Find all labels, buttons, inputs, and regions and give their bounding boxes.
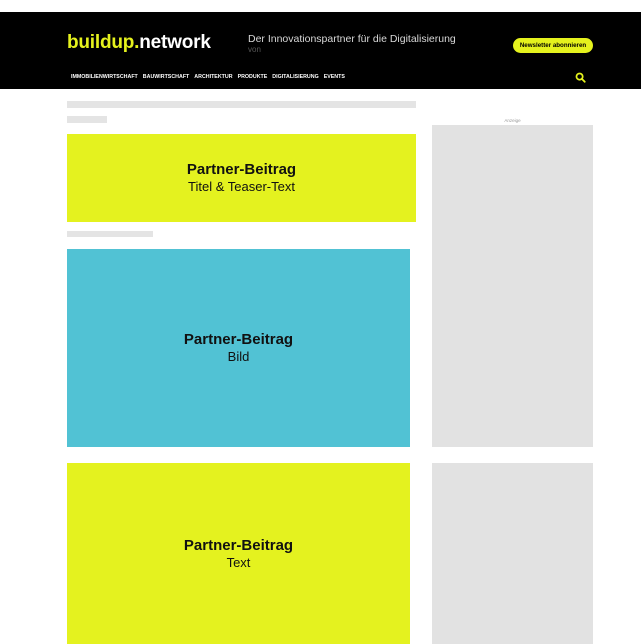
partner-card-subtitle: Text	[226, 554, 251, 570]
search-icon[interactable]	[575, 72, 586, 83]
meta-placeholder	[67, 116, 107, 123]
partner-card-teaser[interactable]: Partner-Beitrag Titel & Teaser-Text	[67, 134, 416, 222]
site-tagline: Der Innovationspartner für die Digitalis…	[248, 33, 456, 45]
nav-item-architektur[interactable]: ARCHITEKTUR	[194, 74, 232, 80]
ad-label: Anzeige	[504, 118, 521, 123]
site-header: buildup.network Der Innovationspartner f…	[0, 12, 641, 89]
partner-card-text[interactable]: Partner-Beitrag Text	[67, 463, 410, 644]
caption-placeholder	[67, 231, 153, 237]
nav-item-digitalisierung[interactable]: DIGITALISIERUNG	[272, 74, 318, 80]
partner-card-subtitle: Titel & Teaser-Text	[188, 179, 295, 194]
sidebar-ad-bottom[interactable]	[432, 463, 593, 644]
partner-card-title: Partner-Beitrag	[183, 536, 294, 554]
site-logo[interactable]: buildup.network	[67, 32, 211, 54]
headline-placeholder	[67, 101, 416, 108]
nav-item-events[interactable]: EVENTS	[324, 74, 345, 80]
nav-item-bauwirtschaft[interactable]: BAUWIRTSCHAFT	[143, 74, 190, 80]
top-strip	[0, 0, 641, 12]
sidebar-ad-top[interactable]	[432, 125, 593, 447]
partner-card-subtitle: Bild	[227, 349, 250, 364]
partner-card-title: Partner-Beitrag	[183, 331, 294, 348]
tagline-sub: von	[248, 45, 261, 54]
nav-item-produkte[interactable]: PRODUKTE	[238, 74, 268, 80]
partner-card-title: Partner-Beitrag	[186, 161, 297, 178]
partner-card-image[interactable]: Partner-Beitrag Bild	[67, 249, 410, 447]
nav-item-immobilienwirtschaft[interactable]: IMMOBILIENWIRTSCHAFT	[71, 74, 138, 80]
main-nav: IMMOBILIENWIRTSCHAFT BAUWIRTSCHAFT ARCHI…	[71, 74, 345, 80]
newsletter-button[interactable]: Newsletter abonnieren	[513, 38, 593, 53]
